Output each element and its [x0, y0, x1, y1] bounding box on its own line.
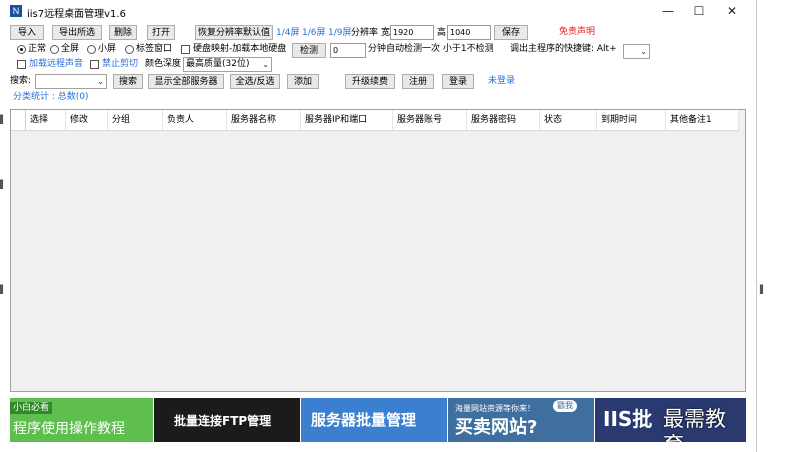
chevron-down-icon: ⌄ — [262, 60, 269, 69]
column-header[interactable]: 其他备注1 — [666, 110, 739, 130]
click-me-badge: 戳我 — [553, 400, 577, 412]
resolution-label: 分辨率 — [351, 28, 379, 38]
website-trade-banner[interactable]: 海量网站资源等你来！ 戳我 买卖网站? — [448, 398, 594, 442]
color-depth-value: 最高质量(32位) — [186, 59, 250, 69]
server-table[interactable]: 选择 修改 分组 负责人 服务器名称 服务器IP和端口 服务器账号 服务器密码 … — [10, 109, 746, 392]
save-button[interactable]: 保存 — [494, 25, 528, 40]
select-all-button[interactable]: 全选/反选 — [230, 74, 280, 89]
color-depth-select[interactable]: 最高质量(32位) ⌄ — [183, 57, 272, 72]
disk-map-label: 硬盘映射-加载本地硬盘 — [193, 44, 287, 54]
import-button[interactable]: 导入 — [10, 25, 44, 40]
width-input[interactable]: 1920 — [390, 25, 434, 40]
tutorial-text: 程序使用操作教程 — [13, 420, 125, 436]
open-button[interactable]: 打开 — [147, 25, 175, 40]
category-stats[interactable]: 分类统计 : 总数(0) — [13, 91, 89, 103]
login-status: 未登录 — [488, 76, 516, 86]
column-header[interactable]: 服务器账号 — [393, 110, 467, 130]
no-clipboard-checkbox[interactable] — [90, 60, 99, 69]
restore-resolution-button[interactable]: 恢复分辨率默认值 — [195, 25, 273, 40]
disk-map-checkbox[interactable] — [181, 45, 190, 54]
app-icon: N — [10, 5, 22, 17]
load-sound-checkbox[interactable] — [17, 60, 26, 69]
background-edge: ▌ — [0, 285, 7, 294]
iis-banner-text: IIS批 — [603, 407, 653, 431]
mode-normal-label: 正常 — [28, 44, 47, 54]
column-header[interactable]: 负责人 — [163, 110, 227, 130]
height-input[interactable]: 1040 — [447, 25, 491, 40]
minimize-button[interactable]: — — [652, 0, 684, 22]
search-button[interactable]: 搜索 — [113, 74, 143, 89]
mode-tab-radio[interactable] — [125, 45, 134, 54]
close-button[interactable]: ✕ — [716, 0, 748, 22]
column-header[interactable]: 状态 — [540, 110, 597, 130]
login-button[interactable]: 登录 — [442, 74, 474, 89]
iis-banner[interactable]: IIS批 最需教育 — [595, 398, 746, 442]
mode-fullscreen-label: 全屏 — [61, 44, 80, 54]
search-input[interactable]: ⌄ — [35, 74, 107, 89]
website-trade-small: 海量网站资源等你来！ — [455, 404, 535, 413]
column-header[interactable]: 服务器IP和端口 — [301, 110, 393, 130]
column-header[interactable]: 到期时间 — [597, 110, 666, 130]
quarter-screen-link[interactable]: 1/4屏 — [276, 27, 300, 39]
ftp-banner[interactable]: 批量连接FTP管理 — [154, 398, 300, 442]
mode-tab-label: 标签窗口 — [136, 44, 173, 54]
maximize-button[interactable]: ☐ — [683, 0, 715, 22]
watermark-text: 最需教育 — [663, 407, 726, 442]
mode-small-radio[interactable] — [87, 45, 96, 54]
load-sound-label: 加载远程声音 — [29, 59, 84, 69]
export-selected-button[interactable]: 导出所选 — [52, 25, 102, 40]
show-all-button[interactable]: 显示全部服务器 — [148, 74, 224, 89]
server-batch-text: 服务器批量管理 — [311, 411, 417, 429]
column-header[interactable]: 修改 — [66, 110, 108, 130]
column-header[interactable]: 选择 — [26, 110, 66, 130]
background-edge: ▌ — [0, 180, 7, 189]
upgrade-button[interactable]: 升级续费 — [345, 74, 395, 89]
tutorial-banner[interactable]: 小白必看 程序使用操作教程 — [10, 398, 153, 442]
main-window: N iis7远程桌面管理v1.6 — ☐ ✕ 导入 导出所选 删除 打开 恢复分… — [0, 0, 757, 452]
website-trade-big: 买卖网站? — [455, 417, 538, 438]
detect-button[interactable]: 检测 — [292, 43, 326, 58]
height-label: 高 — [437, 28, 447, 38]
window-title: iis7远程桌面管理v1.6 — [27, 9, 126, 20]
ninth-screen-link[interactable]: 1/9屏 — [328, 27, 352, 39]
width-label: 宽 — [381, 28, 391, 38]
table-header: 选择 修改 分组 负责人 服务器名称 服务器IP和端口 服务器账号 服务器密码 … — [11, 110, 739, 131]
chevron-down-icon: ⌄ — [640, 47, 647, 56]
column-header[interactable]: 服务器名称 — [227, 110, 301, 130]
color-depth-label: 颜色深度 — [145, 59, 182, 69]
column-header[interactable]: 服务器密码 — [467, 110, 540, 130]
shortcut-select[interactable]: ⌄ — [623, 44, 650, 59]
add-button[interactable]: 添加 — [287, 74, 319, 89]
sixth-screen-link[interactable]: 1/6屏 — [302, 27, 326, 39]
background-edge: ▌ — [0, 115, 7, 124]
delete-button[interactable]: 删除 — [109, 25, 137, 40]
search-label: 搜索: — [10, 76, 32, 86]
server-batch-banner[interactable]: 服务器批量管理 — [301, 398, 447, 442]
row-indicator-header — [11, 110, 26, 130]
title-bar: N iis7远程桌面管理v1.6 — ☐ ✕ — [0, 0, 756, 22]
mode-fullscreen-radio[interactable] — [50, 45, 59, 54]
background-edge: ▌ — [760, 285, 767, 294]
no-clipboard-label: 禁止剪切 — [102, 59, 139, 69]
beginner-tag: 小白必看 — [10, 402, 53, 414]
shortcut-label: 调出主程序的快捷键: Alt+ — [510, 44, 617, 54]
column-header[interactable]: 分组 — [108, 110, 163, 130]
register-button[interactable]: 注册 — [402, 74, 434, 89]
chevron-down-icon: ⌄ — [97, 77, 104, 86]
mode-small-label: 小屏 — [98, 44, 117, 54]
interval-label: 分钟自动检测一次 小于1不检测 — [368, 44, 494, 54]
disclaimer-link[interactable]: 免责声明 — [559, 26, 595, 38]
interval-input[interactable]: 0 — [330, 43, 366, 58]
mode-normal-radio[interactable] — [17, 45, 26, 54]
ftp-banner-text: 批量连接FTP管理 — [174, 414, 272, 428]
